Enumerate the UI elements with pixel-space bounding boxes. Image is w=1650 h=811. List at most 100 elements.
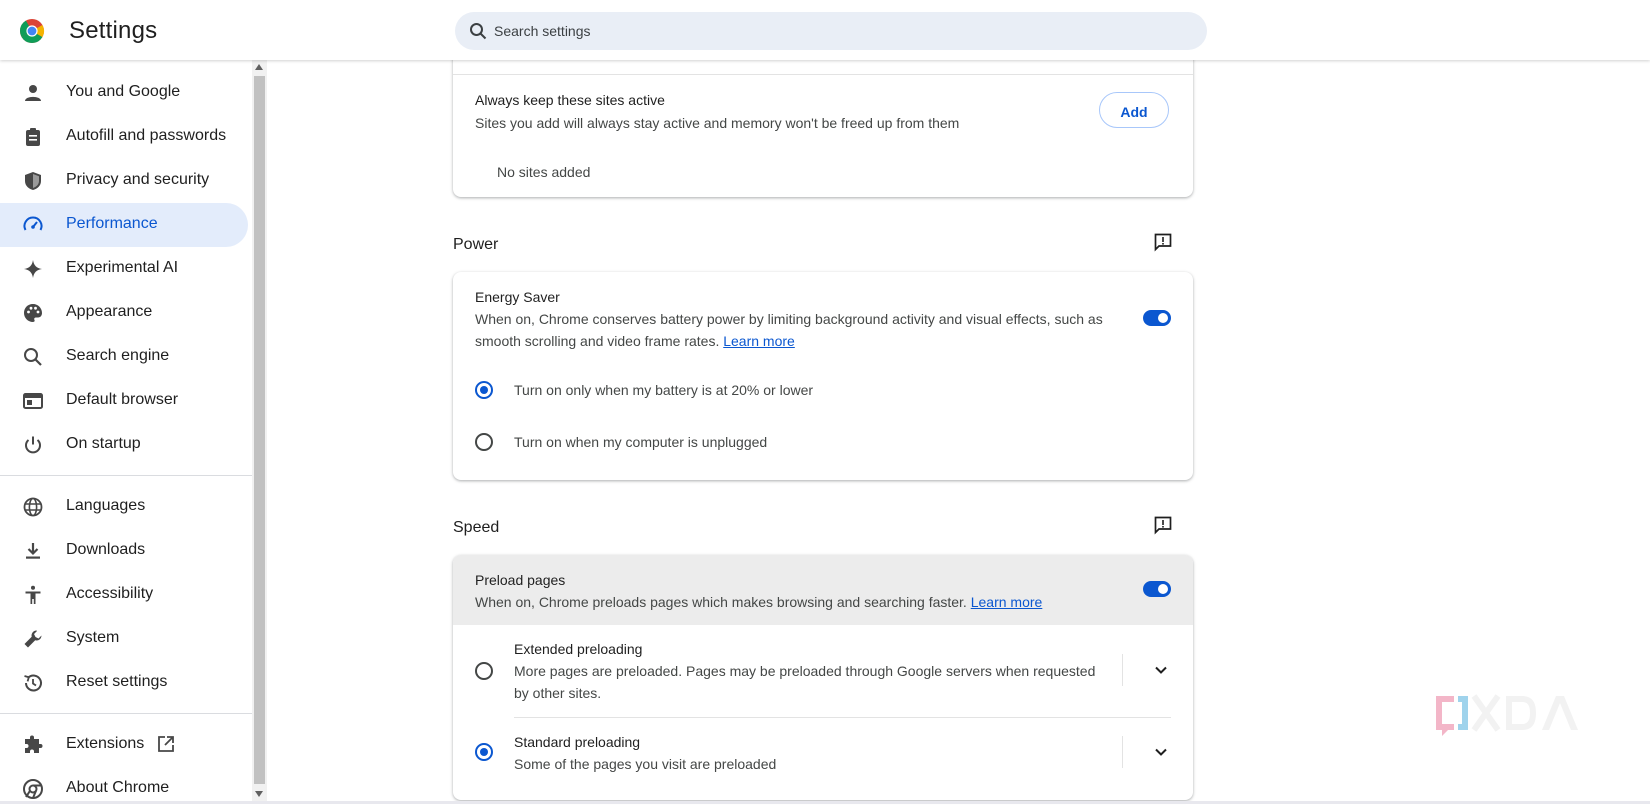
sidebar-item-label: You and Google	[66, 83, 181, 100]
sidebar-item-system[interactable]: System	[0, 617, 248, 661]
sparkle-icon	[24, 260, 42, 278]
toggle-knob	[1158, 313, 1168, 323]
clipboard-icon	[26, 128, 40, 146]
sidebar-item-label: Privacy and security	[66, 171, 210, 188]
standard-preloading-description: Some of the pages you visit are preloade…	[514, 756, 777, 772]
sidebar-item-accessibility[interactable]: Accessibility	[0, 573, 248, 617]
sidebar: You and Google Autofill and passwords Pr…	[0, 60, 252, 804]
sidebar-scrollbar[interactable]	[252, 60, 267, 804]
speed-section-title: Speed	[453, 519, 500, 536]
sidebar-item-label: Downloads	[66, 541, 146, 558]
sidebar-item-label: Experimental AI	[66, 259, 179, 276]
feedback-icon[interactable]	[1153, 515, 1173, 535]
sidebar-item-languages[interactable]: Languages	[0, 485, 248, 529]
sidebar-item-autofill[interactable]: Autofill and passwords	[0, 115, 248, 159]
sidebar-item-downloads[interactable]: Downloads	[0, 529, 248, 573]
scroll-down-arrow-icon[interactable]	[255, 791, 263, 797]
radio-battery-20[interactable]	[475, 381, 493, 399]
row-divider	[1122, 654, 1123, 686]
extended-preloading-title: Extended preloading	[514, 641, 643, 657]
active-sites-title: Always keep these sites active	[475, 92, 665, 108]
sidebar-item-label: About Chrome	[66, 779, 170, 796]
sidebar-item-label: Default browser	[66, 391, 179, 408]
sidebar-item-label: Extensions	[66, 735, 145, 752]
sidebar-item-appearance[interactable]: Appearance	[0, 291, 248, 335]
sidebar-item-you-and-google[interactable]: You and Google	[0, 71, 248, 115]
preload-title: Preload pages	[475, 572, 566, 588]
extended-preloading-description: More pages are preloaded. Pages may be p…	[514, 663, 1096, 701]
active-sites-description: Sites you add will always stay active an…	[475, 115, 960, 131]
radio-standard-preloading[interactable]	[475, 743, 493, 761]
sidebar-divider	[0, 475, 252, 476]
energy-saver-learn-more-link[interactable]: Learn more	[723, 333, 795, 349]
power-icon	[25, 436, 41, 454]
globe-icon	[23, 497, 43, 517]
sidebar-item-privacy[interactable]: Privacy and security	[0, 159, 248, 203]
search-input[interactable]: Search settings	[455, 12, 1207, 50]
download-icon	[26, 543, 40, 559]
sidebar-divider	[0, 713, 252, 714]
radio-extended-preloading[interactable]	[475, 662, 493, 680]
standard-preloading-title: Standard preloading	[514, 734, 641, 750]
palette-icon	[24, 304, 42, 322]
sidebar-item-label: Search engine	[66, 347, 170, 364]
accessibility-icon	[25, 585, 41, 604]
energy-saver-toggle[interactable]	[1143, 310, 1171, 326]
xda-watermark-logo	[1436, 694, 1578, 736]
sidebar-item-default-browser[interactable]: Default browser	[0, 379, 248, 423]
sidebar-item-reset-settings[interactable]: Reset settings	[0, 661, 248, 705]
power-section-title: Power	[453, 236, 499, 253]
browser-window-icon	[23, 393, 43, 409]
sidebar-item-label: System	[66, 629, 120, 646]
card-divider	[453, 74, 1193, 75]
preload-row[interactable]: Preload pages When on, Chrome preloads p…	[453, 555, 1193, 625]
row-divider	[1122, 736, 1123, 768]
sidebar-item-label: Languages	[66, 497, 146, 514]
chrome-logo-icon	[19, 19, 45, 44]
search-placeholder: Search settings	[494, 23, 591, 39]
puzzle-icon	[25, 735, 43, 753]
chevron-down-icon[interactable]	[1153, 662, 1169, 678]
search-icon	[24, 348, 42, 366]
sidebar-item-label: Accessibility	[66, 585, 154, 602]
sidebar-item-label: Reset settings	[66, 673, 168, 690]
shield-icon	[25, 172, 41, 190]
preload-toggle[interactable]	[1143, 581, 1171, 597]
preload-card: Preload pages When on, Chrome preloads p…	[453, 555, 1193, 800]
settings-header: Settings Search settings	[0, 0, 1650, 60]
history-icon	[24, 674, 42, 692]
page-title: Settings	[69, 17, 158, 44]
energy-saver-description: When on, Chrome conserves battery power …	[475, 311, 1103, 349]
energy-saver-card: Energy Saver When on, Chrome conserves b…	[453, 272, 1193, 480]
add-site-button[interactable]: Add	[1099, 92, 1169, 128]
sidebar-item-performance[interactable]: Performance	[0, 203, 248, 247]
search-icon	[470, 23, 487, 40]
sidebar-item-label: On startup	[66, 435, 141, 452]
sidebar-item-label: Autofill and passwords	[66, 127, 227, 144]
toggle-knob	[1158, 584, 1168, 594]
speedometer-icon	[23, 216, 43, 231]
chrome-icon	[23, 779, 43, 799]
person-icon	[25, 85, 41, 101]
energy-saver-title: Energy Saver	[475, 289, 560, 305]
preload-description: When on, Chrome preloads pages which mak…	[475, 594, 1043, 610]
sidebar-item-experimental-ai[interactable]: Experimental AI	[0, 247, 248, 291]
sidebar-item-extensions[interactable]: Extensions	[0, 723, 248, 767]
feedback-icon[interactable]	[1153, 232, 1173, 252]
memory-card: Always keep these sites active Sites you…	[453, 40, 1193, 197]
open-in-new-icon	[158, 736, 174, 752]
sidebar-item-about-chrome[interactable]: About Chrome	[0, 767, 248, 811]
chevron-down-icon[interactable]	[1153, 744, 1169, 760]
option-divider	[514, 717, 1171, 718]
sidebar-item-on-startup[interactable]: On startup	[0, 423, 248, 467]
scrollbar-thumb[interactable]	[254, 76, 265, 784]
sidebar-item-label: Performance	[66, 215, 158, 232]
radio-battery-20-label: Turn on only when my battery is at 20% o…	[514, 382, 814, 398]
scroll-up-arrow-icon[interactable]	[255, 64, 263, 70]
radio-unplugged-label: Turn on when my computer is unplugged	[514, 434, 768, 450]
radio-unplugged[interactable]	[475, 433, 493, 451]
sidebar-item-search-engine[interactable]: Search engine	[0, 335, 248, 379]
sidebar-item-label: Appearance	[66, 303, 153, 320]
wrench-icon	[24, 630, 42, 648]
preload-learn-more-link[interactable]: Learn more	[971, 594, 1043, 610]
